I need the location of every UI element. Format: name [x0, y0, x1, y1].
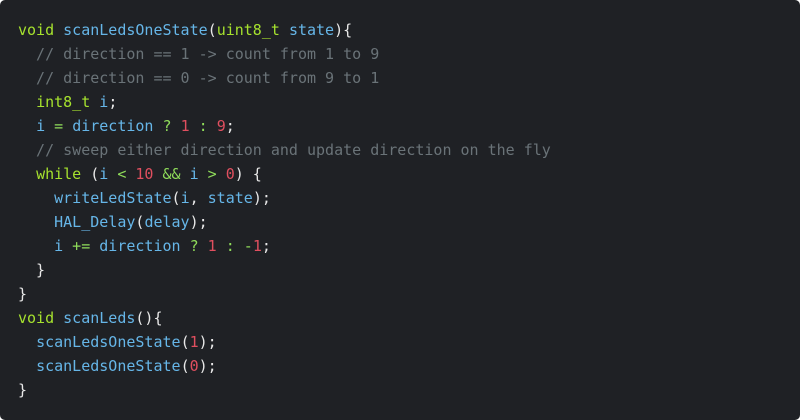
code-token-punct	[18, 237, 54, 255]
code-token-punct	[18, 213, 54, 231]
code-token-identifier: i	[99, 93, 109, 111]
code-token-number: 0	[189, 357, 199, 375]
code-token-identifier: state	[207, 189, 253, 207]
code-line: writeLedState(i, state);	[18, 186, 800, 210]
code-token-number: 1	[189, 333, 199, 351]
code-token-punct	[18, 165, 36, 183]
code-line: void scanLedsOneState(uint8_t state){	[18, 18, 800, 42]
code-token-number: 1	[207, 237, 217, 255]
code-line: HAL_Delay(delay);	[18, 210, 800, 234]
code-token-punct: );	[252, 189, 271, 207]
code-token-operator: =	[45, 117, 73, 135]
code-token-number: 10	[135, 165, 154, 183]
code-line: scanLedsOneState(1);	[18, 330, 800, 354]
code-token-punct: );	[198, 333, 217, 351]
code-token-identifier: scanLeds	[63, 309, 136, 327]
code-token-comment: // direction == 1 -> count from 1 to 9	[18, 45, 380, 63]
code-token-punct: }	[18, 381, 28, 399]
code-line: }	[18, 378, 800, 402]
code-token-punct: (){	[135, 309, 163, 327]
code-token-identifier: i	[189, 165, 199, 183]
code-token-identifier: i	[36, 117, 46, 135]
code-token-identifier: scanLedsOneState	[36, 357, 181, 375]
code-line: i += direction ? 1 : -1;	[18, 234, 800, 258]
code-token-identifier: direction	[99, 237, 181, 255]
code-token-keyword: void	[18, 21, 64, 39]
code-token-operator: &&	[153, 165, 190, 183]
code-token-number: 1	[180, 117, 190, 135]
code-token-punct	[280, 21, 289, 39]
code-token-number: 0	[225, 165, 235, 183]
code-token-number: 9	[216, 117, 226, 135]
code-token-punct	[18, 93, 36, 111]
code-token-operator: :	[189, 117, 217, 135]
code-token-punct: ){	[334, 21, 353, 39]
code-token-punct	[18, 117, 36, 135]
code-token-operator: ?	[180, 237, 208, 255]
code-token-punct: (	[180, 333, 190, 351]
code-token-identifier: scanLedsOneState	[36, 333, 181, 351]
code-line: while (i < 10 && i > 0) {	[18, 162, 800, 186]
code-token-keyword: uint8_t	[216, 21, 280, 39]
code-token-operator: >	[198, 165, 226, 183]
code-token-identifier: i	[99, 165, 109, 183]
code-block: void scanLedsOneState(uint8_t state){ //…	[0, 0, 800, 420]
code-token-keyword: void	[18, 309, 64, 327]
code-token-punct: ) {	[234, 165, 262, 183]
code-line: // direction == 1 -> count from 1 to 9	[18, 42, 800, 66]
code-token-punct: ,	[189, 189, 208, 207]
code-token-identifier: i	[180, 189, 190, 207]
code-token-operator: +=	[63, 237, 100, 255]
code-token-identifier: state	[288, 21, 335, 39]
code-token-punct: );	[198, 357, 217, 375]
code-token-operator: <	[108, 165, 136, 183]
code-token-punct: ;	[261, 237, 271, 255]
code-token-keyword: while	[36, 165, 82, 183]
code-token-identifier: writeLedState	[54, 189, 172, 207]
code-token-keyword: int8_t	[36, 93, 91, 111]
code-token-punct: }	[18, 261, 46, 279]
code-token-identifier: scanLedsOneState	[63, 21, 208, 39]
code-token-punct: ;	[108, 93, 118, 111]
code-token-identifier: delay	[144, 213, 190, 231]
code-line: // sweep either direction and update dir…	[18, 138, 800, 162]
code-token-punct: ;	[225, 117, 235, 135]
code-token-punct: (	[207, 21, 217, 39]
code-line: i = direction ? 1 : 9;	[18, 114, 800, 138]
code-line: int8_t i;	[18, 90, 800, 114]
code-line: scanLedsOneState(0);	[18, 354, 800, 378]
code-token-punct	[18, 357, 36, 375]
code-line: // direction == 0 -> count from 9 to 1	[18, 66, 800, 90]
code-token-operator: :	[216, 237, 244, 255]
code-token-comment: // sweep either direction and update dir…	[18, 141, 551, 159]
code-token-punct	[90, 93, 99, 111]
code-line: void scanLeds(){	[18, 306, 800, 330]
code-token-identifier: direction	[72, 117, 154, 135]
code-token-punct: (	[81, 165, 100, 183]
code-token-operator: ?	[153, 117, 181, 135]
code-token-number: 1	[252, 237, 262, 255]
code-token-punct: (	[171, 189, 181, 207]
code-token-operator: -	[243, 237, 253, 255]
code-token-identifier: i	[54, 237, 64, 255]
code-token-identifier: HAL_Delay	[54, 213, 136, 231]
code-line: }	[18, 258, 800, 282]
code-token-punct: }	[18, 285, 28, 303]
code-token-punct	[18, 189, 54, 207]
code-token-punct: );	[189, 213, 208, 231]
code-line: }	[18, 282, 800, 306]
code-token-comment: // direction == 0 -> count from 9 to 1	[18, 69, 380, 87]
code-token-punct: (	[180, 357, 190, 375]
code-token-punct	[18, 333, 36, 351]
